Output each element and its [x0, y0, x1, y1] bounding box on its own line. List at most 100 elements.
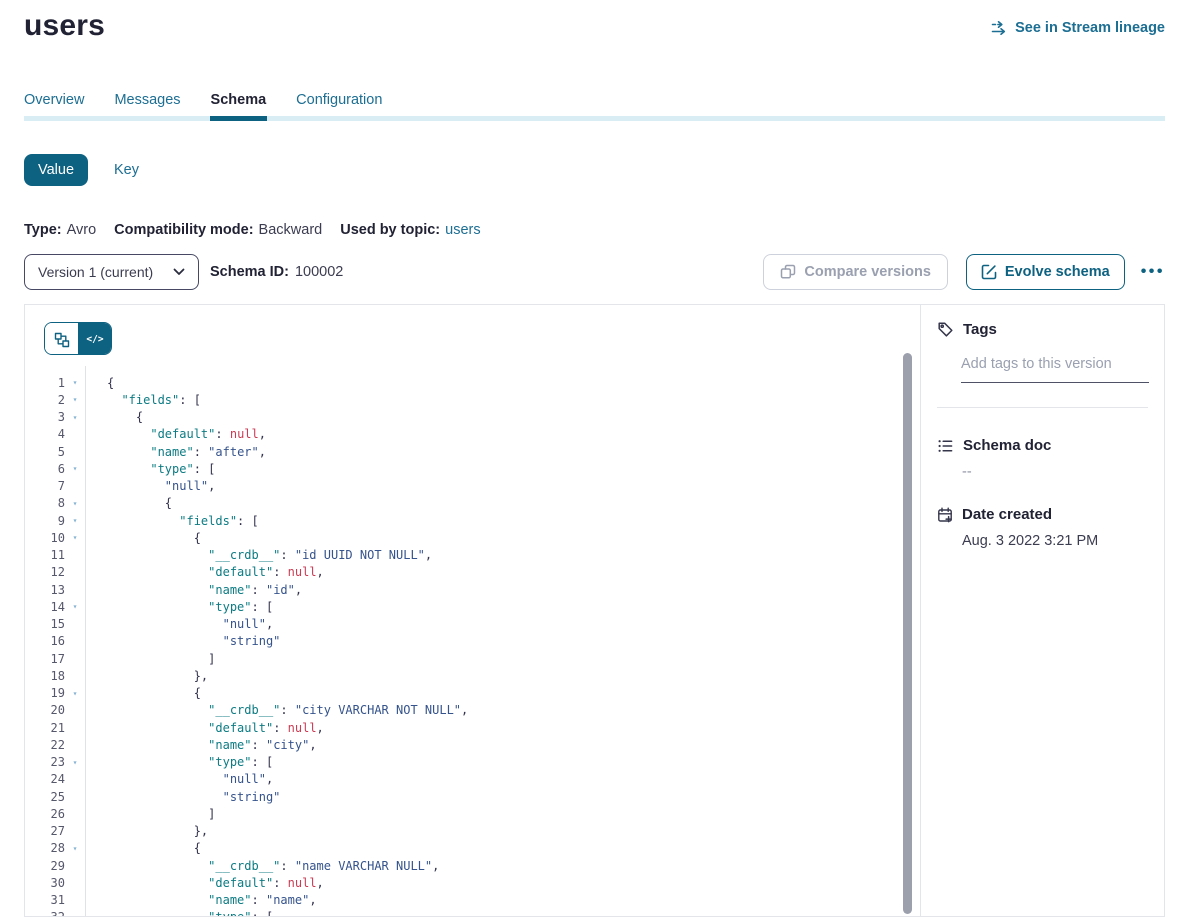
evolve-schema-button[interactable]: Evolve schema	[966, 254, 1125, 290]
line-number: 16	[35, 634, 65, 648]
tab-configuration[interactable]: Configuration	[296, 92, 382, 109]
line-number: 12	[35, 565, 65, 579]
code-line: 9▾ "fields": [	[35, 512, 920, 529]
schema-sidebar: Tags Schema doc --	[920, 305, 1164, 916]
line-number: 29	[35, 859, 65, 873]
fold-toggle-icon[interactable]: ▾	[65, 844, 85, 853]
version-select[interactable]: Version 1 (current)	[24, 254, 199, 290]
fold-toggle-icon[interactable]: ▾	[65, 758, 85, 767]
line-number: 8	[35, 496, 65, 510]
line-number: 1	[35, 376, 65, 390]
evolve-schema-icon	[981, 264, 997, 280]
list-icon	[937, 438, 954, 454]
code-line-text: "type": [	[85, 600, 273, 614]
tags-section-heading: Tags	[937, 321, 1148, 338]
fold-toggle-icon[interactable]: ▾	[65, 464, 85, 473]
fold-toggle-icon[interactable]: ▾	[65, 413, 85, 422]
more-options-button[interactable]: •••	[1141, 264, 1165, 280]
fold-toggle-icon[interactable]: ▾	[65, 689, 85, 698]
code-line-text: "fields": [	[85, 393, 201, 407]
compatibility-mode-label: Compatibility mode:	[114, 222, 253, 239]
code-line-text: "fields": [	[85, 514, 259, 528]
tab-messages[interactable]: Messages	[114, 92, 180, 109]
code-line: 16 "string"	[35, 633, 920, 650]
line-number: 3	[35, 410, 65, 424]
line-number: 15	[35, 617, 65, 631]
fold-toggle-icon[interactable]: ▾	[65, 602, 85, 611]
code-line-text: ]	[85, 652, 215, 666]
gutter-divider	[85, 366, 86, 916]
code-view-button[interactable]: </​>	[78, 323, 111, 355]
code-line: 25 "string"	[35, 788, 920, 805]
line-number: 28	[35, 841, 65, 855]
code-line: 1▾{	[35, 374, 920, 391]
code-line-text: {	[85, 496, 172, 510]
fold-toggle-icon[interactable]: ▾	[65, 533, 85, 542]
code-line: 27 },	[35, 823, 920, 840]
compatibility-mode: Compatibility mode: Backward	[114, 222, 322, 239]
line-number: 9	[35, 514, 65, 528]
value-tab-button[interactable]: Value	[24, 154, 88, 186]
code-line-text: {	[85, 410, 143, 424]
tree-view-button[interactable]	[45, 323, 78, 355]
code-line: 10▾ {	[35, 529, 920, 546]
stream-lineage-link[interactable]: See in Stream lineage	[991, 20, 1165, 36]
fold-toggle-icon[interactable]: ▾	[65, 499, 85, 508]
fold-toggle-icon[interactable]: ▾	[65, 395, 85, 404]
add-tags-input[interactable]	[961, 352, 1149, 383]
fold-toggle-icon[interactable]: ▾	[65, 516, 85, 525]
compare-versions-button[interactable]: Compare versions	[763, 254, 948, 290]
schema-doc-value: --	[962, 464, 1148, 480]
line-number: 6	[35, 462, 65, 476]
schema-card: </​> 1▾{2▾ "fields": [3▾ {4 "default": n…	[24, 304, 1165, 917]
code-line-text: "default": null,	[85, 427, 266, 441]
code-line: 6▾ "type": [	[35, 460, 920, 477]
code-line-text: "__crdb__": "name VARCHAR NULL",	[85, 859, 439, 873]
topic-link[interactable]: users	[445, 222, 480, 239]
editor-scrollbar[interactable]	[903, 353, 912, 914]
line-number: 27	[35, 824, 65, 838]
code-line-text: {	[85, 686, 201, 700]
code-line: 21 "default": null,	[35, 719, 920, 736]
code-line-text: "type": [	[85, 910, 273, 916]
code-line-text: },	[85, 824, 208, 838]
line-number: 25	[35, 790, 65, 804]
used-by-topic-label: Used by topic:	[340, 222, 440, 239]
line-number: 18	[35, 669, 65, 683]
code-line: 13 "name": "id",	[35, 581, 920, 598]
date-created-heading-label: Date created	[962, 506, 1052, 523]
evolve-schema-label: Evolve schema	[1005, 264, 1110, 280]
line-number: 19	[35, 686, 65, 700]
code-line-text: },	[85, 669, 208, 683]
code-line-text: "name": "name",	[85, 893, 317, 907]
page-title: users	[24, 8, 105, 44]
key-tab-button[interactable]: Key	[114, 154, 139, 186]
fold-toggle-icon[interactable]: ▾	[65, 378, 85, 387]
chevron-down-icon	[173, 268, 185, 276]
code-line: 12 "default": null,	[35, 564, 920, 581]
line-number: 11	[35, 548, 65, 562]
date-created-section-heading: Date created	[937, 506, 1148, 523]
line-number: 21	[35, 721, 65, 735]
code-line: 4 "default": null,	[35, 426, 920, 443]
tab-schema[interactable]: Schema	[211, 92, 267, 109]
line-number: 32	[35, 910, 65, 916]
tab-overview[interactable]: Overview	[24, 92, 84, 109]
code-line: 29 "__crdb__": "name VARCHAR NULL",	[35, 857, 920, 874]
code-line: 23▾ "type": [	[35, 754, 920, 771]
code-line-text: "default": null,	[85, 565, 324, 579]
code-line: 8▾ {	[35, 495, 920, 512]
code-line-text: {	[85, 376, 114, 390]
line-number: 31	[35, 893, 65, 907]
used-by-topic: Used by topic: users	[340, 222, 480, 239]
code-line: 24 "null",	[35, 771, 920, 788]
code-line-text: "default": null,	[85, 721, 324, 735]
code-line-text: "string"	[85, 790, 280, 804]
code-line-text: "type": [	[85, 462, 215, 476]
code-line-text: "string"	[85, 634, 280, 648]
line-number: 20	[35, 703, 65, 717]
code-line-text: {	[85, 841, 201, 855]
tab-bar: Overview Messages Schema Configuration	[24, 92, 1165, 121]
schema-page: users See in Stream lineage Overview Mess…	[0, 0, 1189, 917]
code-line-text: "__crdb__": "city VARCHAR NOT NULL",	[85, 703, 468, 717]
